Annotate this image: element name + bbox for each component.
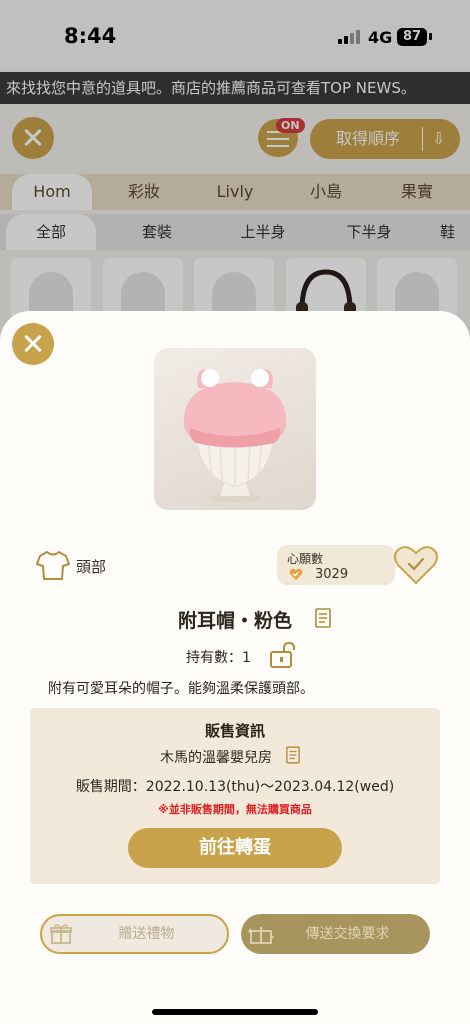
sale-warning: ※並非販售期間，無法購買商品 (158, 803, 312, 816)
unlock-icon[interactable] (268, 641, 298, 669)
shirt-icon (36, 551, 70, 580)
close-button[interactable] (12, 323, 54, 365)
item-image (154, 348, 316, 510)
wish-count: 3029 (315, 567, 349, 582)
goto-gacha-button[interactable]: 前往轉蛋 (128, 828, 342, 868)
document-icon[interactable] (286, 746, 300, 764)
sale-info-title: 販售資訊 (204, 722, 265, 740)
wish-count-box: 心願數 3029 (277, 545, 395, 585)
pink-ear-hat-image (183, 369, 287, 503)
item-description: 附有可愛耳朵的帽子。能夠溫柔保護頭部。 (48, 681, 314, 697)
shop-name: 木馬的溫馨嬰兒房 (160, 750, 272, 766)
sale-period: 販售期間：2022.10.13(thu)〜2023.04.12(wed) (75, 779, 395, 795)
home-indicator (152, 1009, 318, 1015)
gift-icon (50, 924, 72, 944)
heart-check-icon (289, 568, 303, 580)
wish-heart-button[interactable] (392, 542, 440, 586)
wish-label: 心願數 (287, 552, 324, 566)
slot-label: 頭部 (76, 558, 107, 576)
item-name: 附耳帽・粉色 (177, 610, 292, 632)
owned-count: 持有數：1 (186, 650, 251, 666)
trade-icon (248, 927, 274, 944)
document-icon[interactable] (315, 608, 331, 628)
